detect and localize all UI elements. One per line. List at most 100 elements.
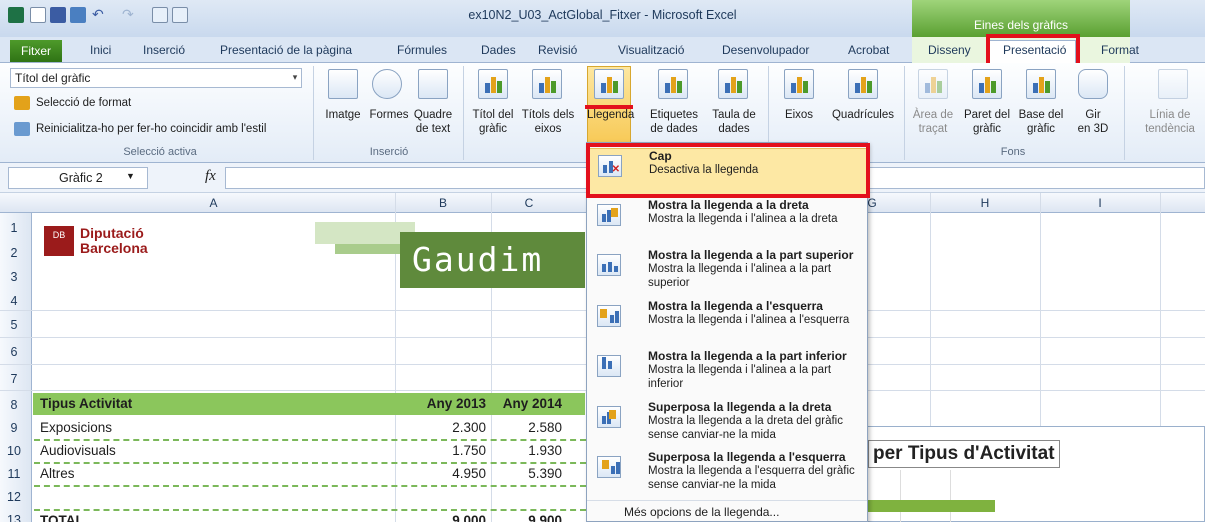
row-header[interactable]: 9 xyxy=(0,421,28,435)
tab-disseny[interactable]: Disseny xyxy=(928,43,971,57)
column-header-h[interactable]: H xyxy=(930,196,1040,210)
tab-format[interactable]: Format xyxy=(1101,43,1139,57)
data-table-icon[interactable] xyxy=(718,69,748,99)
reset-style-button[interactable]: Reinicialitza-ho per fer-ho coincidir am… xyxy=(36,122,266,136)
row-header[interactable]: 6 xyxy=(0,345,28,359)
data-labels-icon[interactable] xyxy=(658,69,688,99)
tab-presentacio-pagina[interactable]: Presentació de la pàgina xyxy=(220,43,352,57)
tab-acrobat[interactable]: Acrobat xyxy=(848,43,889,57)
axis-titles-button-line1[interactable]: Títols dels xyxy=(520,108,576,122)
image-icon[interactable] xyxy=(328,69,358,99)
chart-floor-button-line1[interactable]: Base del xyxy=(1016,108,1066,122)
row-header[interactable]: 2 xyxy=(0,246,28,260)
3d-rotation-button-line1[interactable]: Gir xyxy=(1068,108,1118,122)
tab-fitxer[interactable]: Fitxer xyxy=(10,40,62,62)
table-cell-name[interactable]: Altres xyxy=(40,466,75,481)
table-cell-2014[interactable]: 1.930 xyxy=(490,443,562,458)
row-header[interactable]: 3 xyxy=(0,270,28,284)
gridlines-button[interactable]: Quadrícules xyxy=(826,108,900,122)
chart-title[interactable]: per Tipus d'Activitat xyxy=(868,440,1060,468)
menu-item-left[interactable]: Mostra la llegenda a l'esquerra Mostra l… xyxy=(587,299,867,347)
textbox-button-line2[interactable]: de text xyxy=(408,122,458,136)
table-cell-2013[interactable]: 1.750 xyxy=(400,443,486,458)
axis-titles-icon[interactable] xyxy=(532,69,562,99)
axis-titles-button-line2[interactable]: eixos xyxy=(520,122,576,136)
row-header[interactable]: 8 xyxy=(0,398,28,412)
data-table-button-line1[interactable]: Taula de xyxy=(706,108,762,122)
legend-icon[interactable] xyxy=(594,69,624,99)
format-selection-button[interactable]: Selecció de format xyxy=(36,96,131,110)
table-cell-name[interactable]: Audiovisuals xyxy=(40,443,116,458)
data-labels-button-line1[interactable]: Etiquetes xyxy=(646,108,702,122)
chart-bar[interactable] xyxy=(850,500,995,512)
data-labels-button-line2[interactable]: de dades xyxy=(646,122,702,136)
header-activity[interactable]: Tipus Activitat xyxy=(40,396,132,411)
trendline-button-line1[interactable]: Línia de xyxy=(1136,108,1204,122)
row-header[interactable]: 13 xyxy=(0,513,28,522)
plot-area-icon[interactable] xyxy=(918,69,948,99)
gridlines-icon[interactable] xyxy=(848,69,878,99)
chart-title-button-line1[interactable]: Títol del xyxy=(468,108,518,122)
trendline-button-line2[interactable]: tendència xyxy=(1136,122,1204,136)
row-header[interactable]: 12 xyxy=(0,490,28,504)
window-controls[interactable] xyxy=(1130,0,1205,37)
column-header-i[interactable]: I xyxy=(1040,196,1160,210)
row-header[interactable]: 5 xyxy=(0,318,28,332)
chart-element-combo[interactable]: Títol del gràfic xyxy=(10,68,302,88)
header-2013[interactable]: Any 2013 xyxy=(400,396,486,411)
menu-item-overlay-right[interactable]: Superposa la llegenda a la dreta Mostra … xyxy=(587,400,867,448)
tab-desenvolupador[interactable]: Desenvolupador xyxy=(722,43,809,57)
total-2014[interactable]: 9.900 xyxy=(490,513,562,522)
chart-floor-icon[interactable] xyxy=(1026,69,1056,99)
shapes-icon[interactable] xyxy=(372,69,402,99)
row-header[interactable]: 10 xyxy=(0,444,28,458)
row-header[interactable]: 7 xyxy=(0,372,28,386)
3d-rotation-icon[interactable] xyxy=(1078,69,1108,99)
row-header[interactable]: 11 xyxy=(0,467,28,481)
plot-area-button-line1[interactable]: Àrea de xyxy=(908,108,958,122)
image-button[interactable]: Imatge xyxy=(318,108,368,122)
table-cell-2014[interactable]: 5.390 xyxy=(490,466,562,481)
axes-icon[interactable] xyxy=(784,69,814,99)
tab-inici[interactable]: Inici xyxy=(90,43,111,57)
chart-wall-button-line1[interactable]: Paret del xyxy=(962,108,1012,122)
column-header-b[interactable]: B xyxy=(395,196,491,210)
tab-dades[interactable]: Dades xyxy=(481,43,516,57)
chart-wall-button-line2[interactable]: gràfic xyxy=(962,122,1012,136)
menu-item-bottom[interactable]: Mostra la llegenda a la part inferior Mo… xyxy=(587,349,867,397)
total-label[interactable]: TOTAL xyxy=(40,513,84,522)
chevron-down-icon[interactable]: ▼ xyxy=(126,171,135,181)
column-header-c[interactable]: C xyxy=(491,196,567,210)
textbox-button-line1[interactable]: Quadre xyxy=(408,108,458,122)
column-header-a[interactable]: A xyxy=(32,196,395,210)
more-legend-options[interactable]: Més opcions de la llegenda... xyxy=(624,505,779,519)
table-cell-2014[interactable]: 2.580 xyxy=(490,420,562,435)
chart-floor-button-line2[interactable]: gràfic xyxy=(1016,122,1066,136)
tab-insercio[interactable]: Inserció xyxy=(143,43,185,57)
chart-title-icon[interactable] xyxy=(478,69,508,99)
header-2014[interactable]: Any 2014 xyxy=(490,396,562,411)
plot-area-button-line2[interactable]: traçat xyxy=(908,122,958,136)
menu-item-overlay-left[interactable]: Superposa la llegenda a l'esquerra Mostr… xyxy=(587,450,867,498)
menu-item-right[interactable]: Mostra la llegenda a la dreta Mostra la … xyxy=(587,198,867,244)
row-header[interactable]: 1 xyxy=(0,221,28,235)
menu-item-top[interactable]: Mostra la llegenda a la part superior Mo… xyxy=(587,248,867,296)
insert-function-icon[interactable]: fx xyxy=(205,168,216,185)
axes-button[interactable]: Eixos xyxy=(774,108,824,122)
chart-wall-icon[interactable] xyxy=(972,69,1002,99)
chart-title-button-line2[interactable]: gràfic xyxy=(468,122,518,136)
tab-visualitzacio[interactable]: Visualització xyxy=(618,43,684,57)
shapes-button[interactable]: Formes xyxy=(364,108,414,122)
trendline-icon[interactable] xyxy=(1158,69,1188,99)
table-cell-name[interactable]: Exposicions xyxy=(40,420,112,435)
chevron-down-icon[interactable]: ▾ xyxy=(288,68,302,88)
row-header[interactable]: 4 xyxy=(0,294,28,308)
tab-revisio[interactable]: Revisió xyxy=(538,43,577,57)
data-table-button-line2[interactable]: dades xyxy=(706,122,762,136)
3d-rotation-button-line2[interactable]: en 3D xyxy=(1068,122,1118,136)
total-2013[interactable]: 9.000 xyxy=(400,513,486,522)
table-cell-2013[interactable]: 2.300 xyxy=(400,420,486,435)
tab-formules[interactable]: Fórmules xyxy=(397,43,447,57)
textbox-icon[interactable] xyxy=(418,69,448,99)
table-cell-2013[interactable]: 4.950 xyxy=(400,466,486,481)
